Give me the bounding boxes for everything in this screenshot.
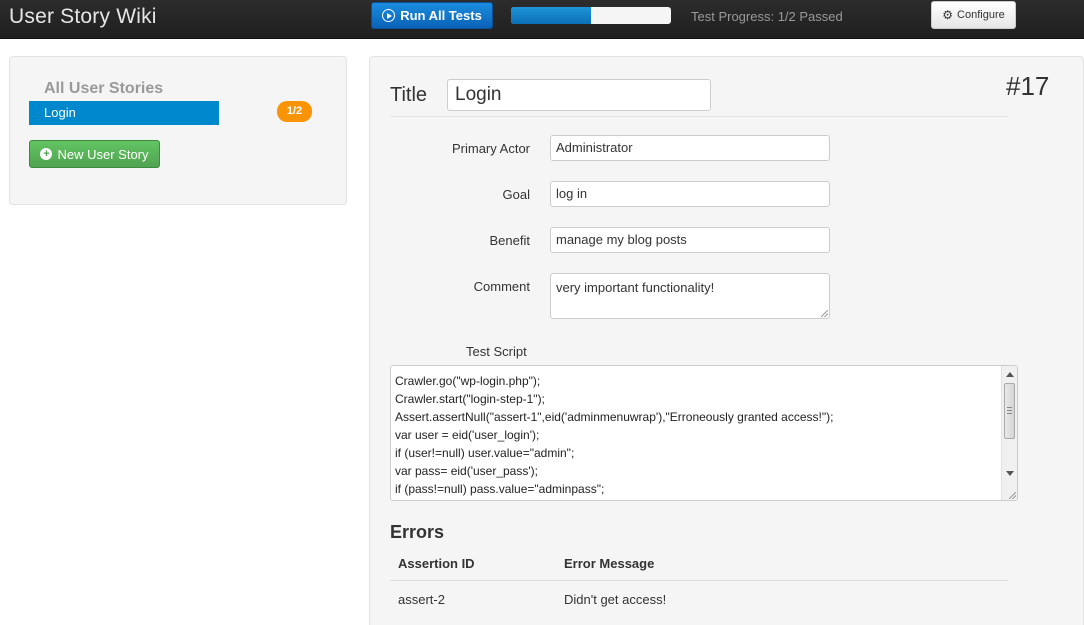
sidebar: All User Stories Login 1/2 + New User St…	[9, 56, 347, 205]
primary-actor-label: Primary Actor	[451, 141, 530, 156]
column-header-error-message: Error Message	[564, 556, 655, 571]
comment-textarea[interactable]: very important functionality!	[550, 273, 830, 319]
title-divider	[390, 116, 1008, 117]
script-line: var pass= eid('user_pass');	[395, 464, 538, 478]
resize-handle-icon[interactable]	[821, 310, 828, 317]
primary-actor-input[interactable]: Administrator	[550, 135, 830, 161]
goal-label: Goal	[502, 187, 530, 202]
assertion-id-cell: assert-2	[398, 592, 445, 607]
test-progress-text: Test Progress: 1/2 Passed	[691, 9, 843, 24]
script-line: Crawler.go("wp-login.php");	[395, 374, 541, 388]
test-progress-bar	[511, 7, 671, 24]
brand-title[interactable]: User Story Wiki	[9, 5, 157, 29]
script-line: var user = eid('user_login');	[395, 428, 540, 442]
test-script-label: Test Script	[466, 344, 527, 359]
plus-circle-icon: +	[40, 148, 53, 160]
sidebar-item-login[interactable]: Login	[29, 101, 219, 125]
script-line: Crawler.start("login-step-1");	[395, 392, 545, 406]
test-progress-fill	[511, 7, 591, 24]
script-line: if (user!=null) user.value="admin";	[395, 446, 575, 460]
script-line: if (pass!=null) pass.value="adminpass";	[395, 482, 605, 496]
title-input[interactable]: Login	[447, 79, 711, 111]
configure-label: Configure	[957, 9, 1005, 21]
scrollbar-thumb[interactable]	[1004, 383, 1015, 439]
test-script-editor[interactable]: Crawler.go("wp-login.php"); Crawler.star…	[390, 365, 1018, 501]
new-user-story-button[interactable]: + New User Story	[29, 140, 160, 168]
story-number: #17	[1006, 71, 1050, 101]
test-script-code: Crawler.go("wp-login.php"); Crawler.star…	[395, 372, 833, 498]
gear-icon: ⚙	[942, 8, 954, 22]
errors-table-header: Assertion ID Error Message	[390, 547, 1008, 581]
run-all-tests-label: Run All Tests	[400, 8, 482, 23]
scroll-up-arrow-icon[interactable]	[1006, 372, 1014, 377]
scroll-down-arrow-icon[interactable]	[1006, 471, 1014, 476]
comment-label: Comment	[473, 279, 530, 294]
error-message-cell: Didn't get access!	[564, 592, 667, 607]
goal-input[interactable]: log in	[550, 181, 830, 207]
benefit-label: Benefit	[489, 233, 530, 248]
script-scrollbar[interactable]	[1001, 366, 1017, 500]
resize-handle-icon[interactable]	[1009, 492, 1016, 499]
new-user-story-label: New User Story	[57, 146, 149, 162]
test-status-badge: 1/2	[277, 101, 312, 122]
benefit-input[interactable]: manage my blog posts	[550, 227, 830, 253]
run-all-tests-button[interactable]: Run All Tests	[371, 2, 493, 29]
play-circle-icon	[382, 9, 396, 22]
configure-button[interactable]: ⚙ Configure	[931, 1, 1016, 29]
errors-heading: Errors	[390, 522, 445, 542]
sidebar-header: All User Stories	[44, 80, 164, 97]
column-header-assertion-id: Assertion ID	[398, 556, 475, 571]
comment-text: very important functionality!	[556, 280, 715, 295]
top-navbar: User Story Wiki Run All Tests Test Progr…	[0, 0, 1084, 39]
story-editor-panel: Title Login #17 Primary Actor Administra…	[369, 56, 1084, 625]
script-line: Assert.assertNull("assert-1",eid('adminm…	[395, 410, 834, 424]
title-label: Title	[390, 84, 428, 106]
table-row: assert-2 Didn't get access!	[390, 581, 1008, 617]
